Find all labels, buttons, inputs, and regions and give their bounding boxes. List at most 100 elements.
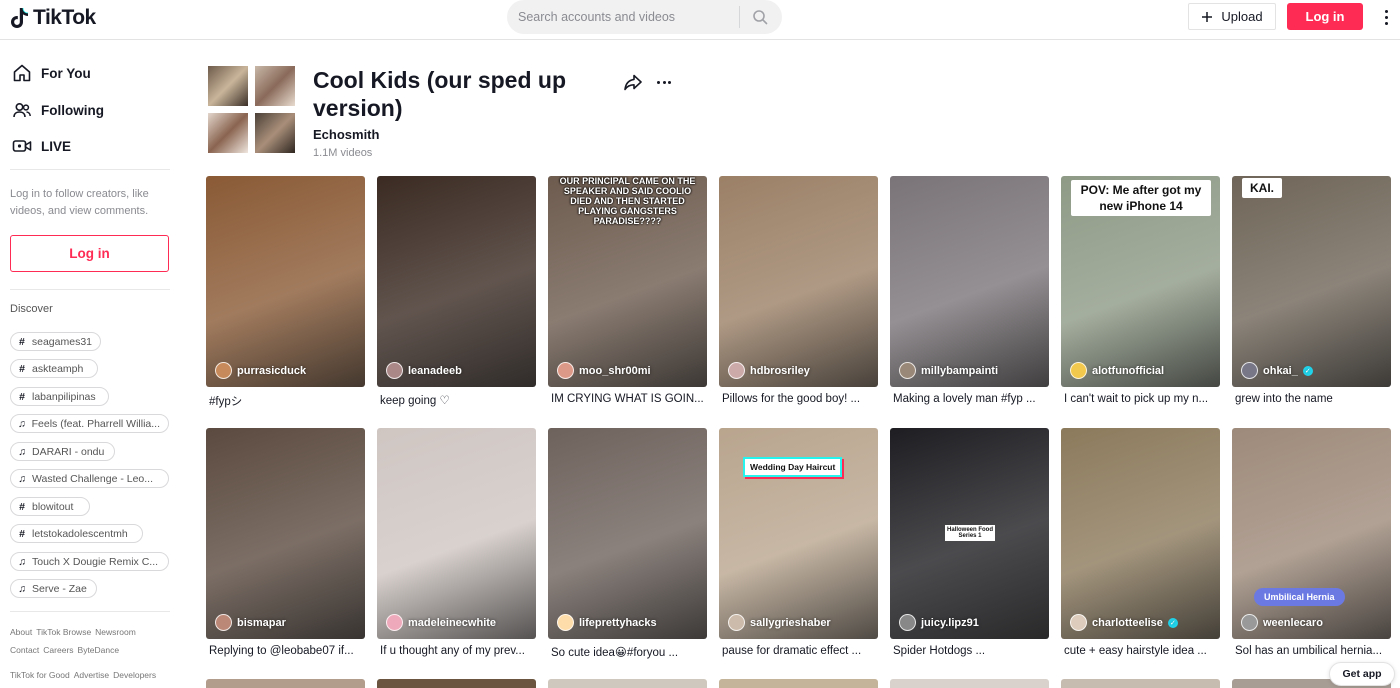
video-card[interactable]: Umbilical Hernia weenlecaro (1232, 428, 1391, 639)
avatar (899, 614, 916, 631)
footer-link[interactable]: About (10, 627, 32, 637)
video-author[interactable]: bismapar (215, 614, 286, 631)
get-app-button[interactable]: Get app (1329, 662, 1395, 686)
upload-button[interactable]: Upload (1188, 3, 1276, 30)
video-card[interactable]: bismapar (206, 428, 365, 639)
video-card[interactable]: hdbrosriley (719, 176, 878, 387)
video-author[interactable]: leanadeeb (386, 362, 462, 379)
author-username: lifeprettyhacks (579, 616, 657, 629)
video-author[interactable]: millybampainti (899, 362, 998, 379)
video-caption[interactable]: grew into the name (1235, 393, 1394, 405)
footer-link[interactable]: TikTok for Good (10, 670, 70, 680)
next-row-card[interactable] (890, 679, 1049, 688)
music-note-icon: ♫ (18, 582, 26, 595)
discover-tag[interactable]: ♫ Serve - Zae (10, 579, 97, 598)
video-author[interactable]: ohkai_ ✓ (1241, 362, 1313, 379)
header-login-button[interactable]: Log in (1287, 3, 1363, 30)
author-username: charlotteelise (1092, 616, 1163, 629)
footer-link[interactable]: Newsroom (95, 627, 136, 637)
video-card[interactable]: madeleinecwhite (377, 428, 536, 639)
avatar (1241, 614, 1258, 631)
video-author[interactable]: sallygrieshaber (728, 614, 831, 631)
video-author[interactable]: madeleinecwhite (386, 614, 496, 631)
next-row-card[interactable] (377, 679, 536, 688)
author-username: millybampainti (921, 364, 999, 377)
next-row-card[interactable] (206, 679, 365, 688)
music-note-icon: ♫ (17, 417, 26, 430)
sound-title: Cool Kids (our sped up version) (313, 67, 566, 121)
next-row-card[interactable] (548, 679, 707, 688)
video-caption[interactable]: I can't wait to pick up my n... (1064, 393, 1223, 405)
footer-link[interactable]: Advertise (74, 670, 109, 680)
footer-row: Contact Careers ByteDance (10, 645, 119, 655)
search-input[interactable] (507, 0, 739, 34)
video-card[interactable]: leanadeeb (377, 176, 536, 387)
video-caption[interactable]: If u thought any of my prev... (380, 645, 539, 657)
sidebar: For You Following LIVE Log in to follow … (0, 41, 180, 688)
video-card[interactable]: Halloween Food Series 1 juicy.lipz91 (890, 428, 1049, 639)
sound-artist[interactable]: Echosmith (313, 127, 379, 142)
tag-label: letstokadolescentmh (32, 527, 128, 540)
video-card[interactable]: lifeprettyhacks (548, 428, 707, 639)
sidebar-divider (10, 169, 170, 170)
footer-link[interactable]: Contact (10, 645, 39, 655)
discover-tag[interactable]: ♫ Feels (feat. Pharrell Willia... (10, 414, 169, 433)
video-author[interactable]: weenlecaro (1241, 614, 1323, 631)
discover-tag[interactable]: ♫ DARARI - ondu (10, 442, 115, 461)
video-caption[interactable]: Pillows for the good boy! ... (722, 393, 881, 405)
next-row-card[interactable] (719, 679, 878, 688)
discover-tag[interactable]: # seagames31 (10, 332, 101, 351)
video-caption[interactable]: Making a lovely man #fyp ... (893, 393, 1052, 405)
sidebar-divider (10, 289, 170, 290)
author-username: sallygrieshaber (750, 616, 831, 629)
video-card[interactable]: millybampainti (890, 176, 1049, 387)
video-caption[interactable]: IM CRYING WHAT IS GOIN... (551, 393, 710, 405)
footer-link[interactable]: Careers (43, 645, 73, 655)
footer-link[interactable]: TikTok Browse (36, 627, 91, 637)
discover-tag[interactable]: # askteamph (10, 359, 98, 378)
more-menu-icon[interactable] (1378, 6, 1394, 28)
footer-link[interactable]: Developers (113, 670, 156, 680)
video-author[interactable]: moo_shr00mi (557, 362, 651, 379)
video-caption[interactable]: cute + easy hairstyle idea ... (1064, 645, 1223, 657)
video-card[interactable]: POV: Me after got my new iPhone 14 alotfu… (1061, 176, 1220, 387)
sidebar-login-button[interactable]: Log in (10, 235, 169, 272)
video-author[interactable]: alotfunofficial (1070, 362, 1164, 379)
video-author[interactable]: lifeprettyhacks (557, 614, 657, 631)
discover-tag[interactable]: # blowitout (10, 497, 90, 516)
tag-label: seagames31 (31, 335, 92, 348)
video-author[interactable]: charlotteelise ✓ (1070, 614, 1178, 631)
avatar (1070, 362, 1087, 379)
nav-for-you[interactable]: For You (12, 63, 91, 83)
tiktok-logo[interactable]: TikTok (10, 6, 96, 30)
more-options-icon[interactable] (654, 72, 674, 92)
next-row-card[interactable] (1061, 679, 1220, 688)
share-icon[interactable] (623, 72, 643, 92)
video-caption[interactable]: #fypシ (209, 393, 368, 409)
nav-label: LIVE (41, 138, 72, 154)
top-bar: TikTok Upload Log in (0, 0, 1400, 40)
video-author[interactable]: purrasicduck (215, 362, 306, 379)
footer-link[interactable]: ByteDance (78, 645, 120, 655)
video-card[interactable]: OUR PRINCIPAL CAME ON THE SPEAKER AND SA… (548, 176, 707, 387)
video-caption[interactable]: keep going ♡ (380, 393, 539, 407)
video-card[interactable]: charlotteelise ✓ (1061, 428, 1220, 639)
video-caption[interactable]: So cute idea😀#foryou ... (551, 645, 710, 659)
discover-tag[interactable]: # labanpilipinas (10, 387, 109, 406)
tag-label: Feels (feat. Pharrell Willia... (31, 417, 160, 430)
video-caption[interactable]: Spider Hotdogs ... (893, 645, 1052, 657)
nav-following[interactable]: Following (12, 100, 104, 120)
video-caption[interactable]: Sol has an umbilical hernia... (1235, 645, 1394, 657)
search-button[interactable] (740, 0, 780, 34)
discover-tag[interactable]: ♫ Touch X Dougie Remix C... (10, 552, 169, 571)
video-author[interactable]: juicy.lipz91 (899, 614, 979, 631)
video-card[interactable]: Wedding Day Haircut sallygrieshaber (719, 428, 878, 639)
discover-tag[interactable]: # letstokadolescentmh (10, 524, 143, 543)
nav-live[interactable]: LIVE (12, 136, 71, 156)
video-caption[interactable]: pause for dramatic effect ... (722, 645, 881, 657)
video-caption[interactable]: Replying to @leobabe07 if... (209, 645, 368, 657)
video-author[interactable]: hdbrosriley (728, 362, 810, 379)
video-card[interactable]: KAI. ohkai_ ✓ (1232, 176, 1391, 387)
discover-tag[interactable]: ♫ Wasted Challenge - Leo... (10, 469, 169, 488)
video-card[interactable]: purrasicduck (206, 176, 365, 387)
